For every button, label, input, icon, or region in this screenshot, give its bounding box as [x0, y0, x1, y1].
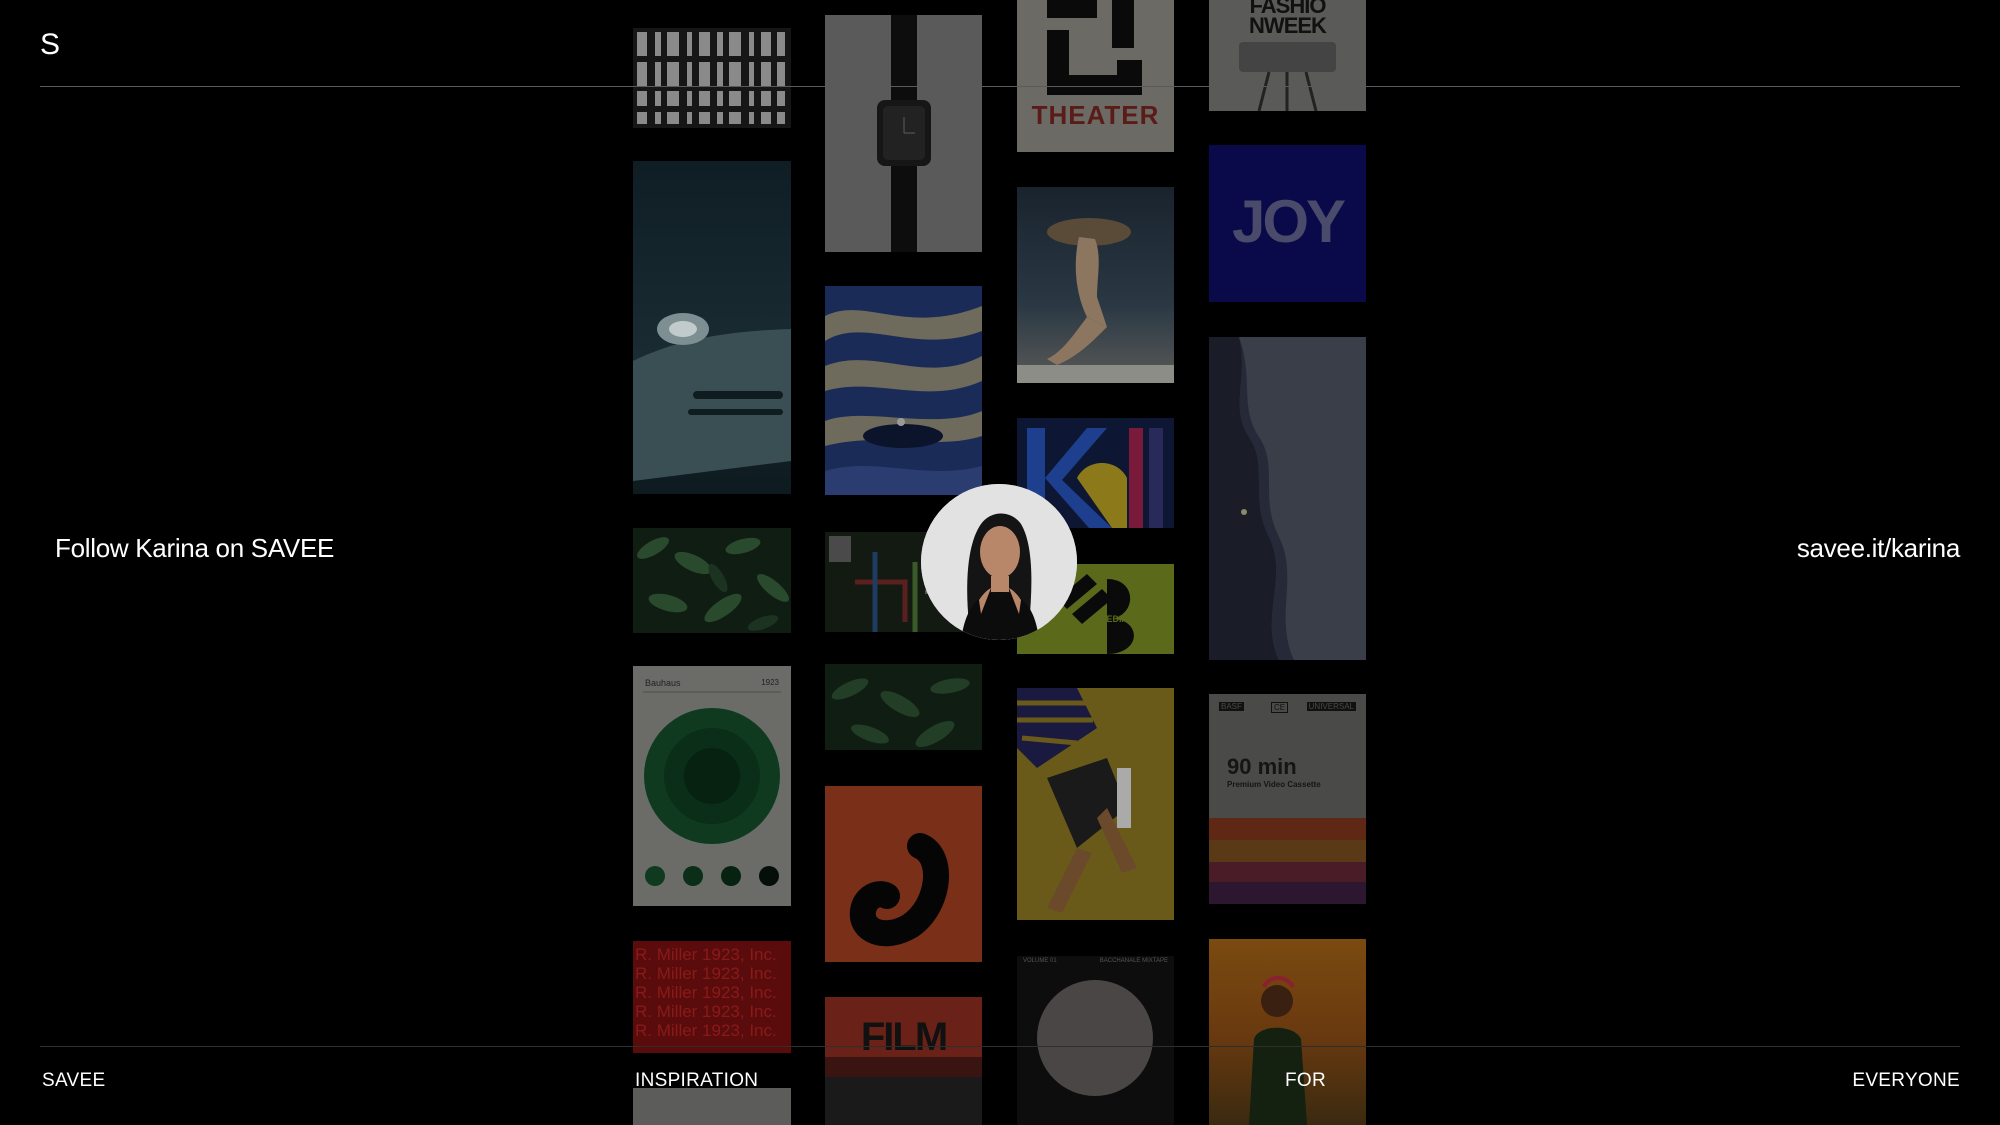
grid-tile-watch[interactable] [825, 15, 982, 252]
grid-tile-waves[interactable] [825, 286, 982, 495]
leaves-image-2 [831, 678, 970, 747]
footer-word-savee: SAVEE [42, 1070, 106, 1091]
vhs-brand: BASF [1219, 702, 1244, 711]
footer-word-for: FOR [1285, 1070, 1327, 1091]
waves-image [825, 306, 982, 495]
grid-tile-portrait-neon[interactable] [1209, 939, 1366, 1125]
grid-tile-striped-figure[interactable] [1017, 688, 1174, 920]
grid-tile-car[interactable] [633, 161, 791, 494]
leaves-image [637, 537, 789, 631]
profile-link[interactable]: savee.it/karina [1797, 533, 1960, 564]
footer-divider [40, 1046, 1960, 1047]
joy-title: JOY [1231, 188, 1346, 255]
grid-tile-vinyl[interactable]: VOLUME 01 BACCHANALE MIXTAPE [1017, 956, 1174, 1125]
vhs-universal: UNIVERSAL [1306, 702, 1356, 711]
follow-text: Follow Karina on SAVEE [55, 533, 335, 563]
profile-avatar[interactable] [921, 484, 1077, 640]
grid-tile-leaves-2[interactable] [825, 664, 982, 750]
grid-tile-theater[interactable]: THEATER [1017, 0, 1174, 152]
striped-figure-image [1017, 688, 1137, 913]
car-image [633, 313, 791, 481]
header-divider [40, 86, 1960, 87]
ring-image [849, 833, 949, 947]
grid-tile-vhs[interactable]: BASF CE UNIVERSAL 90 min Premium Video C… [1209, 694, 1366, 904]
bauhaus-title: Bauhaus [645, 678, 681, 688]
footer-word-everyone: EVERYONE [1852, 1070, 1960, 1091]
theater-title: THEATER [1031, 100, 1160, 130]
grid-tile-aerial-coast[interactable] [1209, 337, 1366, 660]
grid-tile-bauhaus-poster[interactable]: Bauhaus 1923 [633, 666, 791, 906]
grid-tile-fashion-week[interactable]: FASHIO NWEEK [1209, 0, 1366, 111]
aerial-coast-image [1209, 337, 1294, 660]
bauhaus-image [643, 691, 781, 886]
beach-woman-image [1017, 218, 1174, 383]
vinyl-image [1037, 980, 1153, 1096]
grid-tile-orange-ring[interactable] [825, 786, 982, 962]
portrait-neon-image [1249, 976, 1307, 1125]
miller-text: R. Miller 1923, Inc. R. Miller 1923, Inc.… [635, 945, 777, 1040]
vinyl-left-label: VOLUME 01 [1023, 958, 1057, 964]
grid-tile-pattern[interactable] [633, 28, 791, 128]
profile-splash-page: Bauhaus 1923 R. Miller 1923, Inc. R. Mill… [0, 0, 2000, 1125]
savee-logo[interactable]: S [40, 28, 60, 62]
footer-word-inspiration: INSPIRATION [635, 1070, 759, 1091]
vhs-subtitle: Premium Video Cassette [1227, 780, 1321, 789]
vhs-minutes: 90 min [1227, 754, 1297, 779]
bauhaus-number: 1923 [761, 678, 779, 687]
fashion-week-title: FASHIO NWEEK [1249, 0, 1327, 38]
media-label: MEDIA [1099, 614, 1128, 624]
pattern-image [633, 32, 791, 124]
grid-tile-miller-poster[interactable]: R. Miller 1923, Inc. R. Miller 1923, Inc.… [633, 941, 791, 1053]
avatar-portrait [921, 484, 1077, 640]
grid-tile-joy[interactable]: JOY [1209, 145, 1366, 302]
vhs-ce: CE [1271, 702, 1289, 713]
film-title: FILM [860, 1015, 948, 1059]
vinyl-right-label: BACCHANALE MIXTAPE [1099, 958, 1168, 964]
grid-tile-bottom-1[interactable] [633, 1088, 791, 1125]
grid-tile-film[interactable]: FILM [825, 997, 982, 1125]
watch-image [877, 15, 931, 252]
grid-tile-leaves[interactable] [633, 528, 791, 633]
grid-tile-beach-woman[interactable] [1017, 187, 1174, 383]
